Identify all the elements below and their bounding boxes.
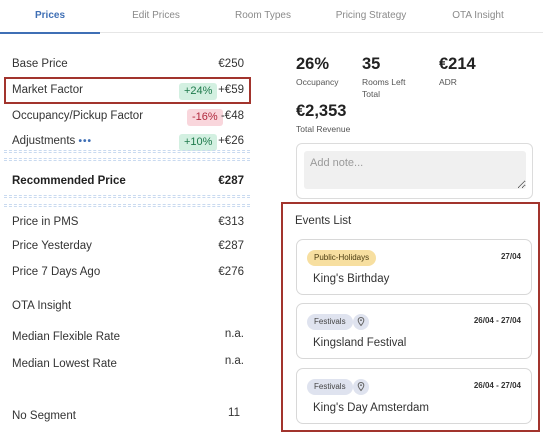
base-price-label: Base Price xyxy=(12,58,68,70)
segment-value: 11 xyxy=(228,407,240,419)
location-pin-glyph xyxy=(357,381,365,392)
event-category-tag: Public-Holidays xyxy=(307,250,377,266)
tab-ota-insight[interactable]: OTA Insight xyxy=(428,0,528,33)
divider xyxy=(4,204,250,207)
segment-row: No Segment 11 xyxy=(4,407,250,427)
tab-bar: Prices Edit Prices Room Types Pricing St… xyxy=(0,0,543,34)
occupancy-factor-label: Occupancy/Pickup Factor xyxy=(12,110,144,122)
divider xyxy=(4,195,250,198)
market-factor-label: Market Factor xyxy=(12,84,83,96)
recommended-price-row: Recommended Price €287 xyxy=(4,172,250,192)
adjustments-label: Adjustments ••• xyxy=(12,135,92,147)
tab-room-types[interactable]: Room Types xyxy=(213,0,313,33)
median-lowest-label: Median Lowest Rate xyxy=(12,358,117,370)
adjustments-badge: +10% xyxy=(179,134,218,151)
more-dots-icon[interactable]: ••• xyxy=(78,136,92,147)
rooms-left-label-line2: Total xyxy=(362,89,380,99)
price-yesterday-row: Price Yesterday €287 xyxy=(4,237,250,257)
adjustments-label-text: Adjustments xyxy=(12,135,76,147)
occupancy-factor-badge: -16% xyxy=(187,109,223,126)
base-price-row: Base Price €250 xyxy=(4,55,250,75)
event-card[interactable]: Festivals 26/04 - 27/04 Kingsland Festiv… xyxy=(296,303,532,359)
divider xyxy=(4,150,250,153)
event-category-tag: Festivals xyxy=(307,314,353,330)
event-date: 26/04 - 27/04 xyxy=(473,316,521,325)
location-pin-glyph xyxy=(357,316,365,327)
note-input[interactable] xyxy=(304,151,526,189)
event-name: King's Birthday xyxy=(313,273,390,285)
ota-insight-heading-row: OTA Insight xyxy=(4,297,250,317)
adjustments-value: +€26 xyxy=(218,135,244,147)
event-date: 26/04 - 27/04 xyxy=(473,381,521,390)
rooms-left-label-line1: Rooms Left xyxy=(362,77,406,87)
divider xyxy=(4,158,250,161)
price-7-days-value: €276 xyxy=(218,266,244,278)
total-revenue-stat-value: €2,353 xyxy=(296,102,347,120)
event-name: King's Day Amsterdam xyxy=(313,402,429,414)
price-in-pms-row: Price in PMS €313 xyxy=(4,213,250,233)
event-date: 27/04 xyxy=(500,252,521,261)
price-yesterday-label: Price Yesterday xyxy=(12,240,92,252)
occupancy-factor-row: Occupancy/Pickup Factor -16% -€48 xyxy=(4,107,250,127)
total-revenue-stat-label: Total Revenue xyxy=(296,124,351,134)
price-7-days-row: Price 7 Days Ago €276 xyxy=(4,263,250,283)
event-name: Kingsland Festival xyxy=(313,337,407,349)
tab-prices[interactable]: Prices xyxy=(0,0,100,34)
market-factor-value: +€59 xyxy=(218,84,244,96)
recommended-price-label: Recommended Price xyxy=(12,175,126,187)
market-factor-row: Market Factor +24% +€59 xyxy=(4,81,250,101)
price-in-pms-value: €313 xyxy=(218,216,244,228)
rooms-left-stat-value: 35 xyxy=(362,55,381,73)
median-lowest-row: Median Lowest Rate n.a. xyxy=(4,355,250,375)
recommended-price-value: €287 xyxy=(218,175,244,187)
occupancy-factor-value: -€48 xyxy=(220,110,244,122)
occupancy-stat-value: 26% xyxy=(296,55,330,73)
base-price-value: €250 xyxy=(218,58,244,70)
price-7-days-label: Price 7 Days Ago xyxy=(12,266,101,278)
ota-insight-heading: OTA Insight xyxy=(12,300,72,312)
event-category-tag: Festivals xyxy=(307,379,353,395)
median-flexible-row: Median Flexible Rate n.a. xyxy=(4,328,250,348)
median-flexible-label: Median Flexible Rate xyxy=(12,331,121,343)
median-lowest-value: n.a. xyxy=(224,355,244,367)
segment-label: No Segment xyxy=(12,410,76,422)
adr-stat-label: ADR xyxy=(439,77,457,87)
location-pin-icon[interactable] xyxy=(353,314,369,330)
median-flexible-value: n.a. xyxy=(224,328,244,340)
occupancy-stat-label: Occupancy xyxy=(296,77,339,87)
price-in-pms-label: Price in PMS xyxy=(12,216,79,228)
note-card xyxy=(296,143,533,199)
market-factor-badge: +24% xyxy=(179,83,218,100)
tab-edit-prices[interactable]: Edit Prices xyxy=(106,0,206,33)
adjustments-row: Adjustments ••• +10% +€26 xyxy=(4,132,250,152)
adr-stat-value: €214 xyxy=(439,55,476,73)
rooms-left-stat-label: Rooms Left Total xyxy=(362,76,405,100)
tab-pricing-strategy[interactable]: Pricing Strategy xyxy=(321,0,421,33)
price-yesterday-value: €287 xyxy=(218,240,244,252)
events-list-title: Events List xyxy=(295,215,352,227)
event-card[interactable]: Public-Holidays 27/04 King's Birthday xyxy=(296,239,532,295)
event-card[interactable]: Festivals 26/04 - 27/04 King's Day Amste… xyxy=(296,368,532,424)
location-pin-icon[interactable] xyxy=(353,379,369,395)
